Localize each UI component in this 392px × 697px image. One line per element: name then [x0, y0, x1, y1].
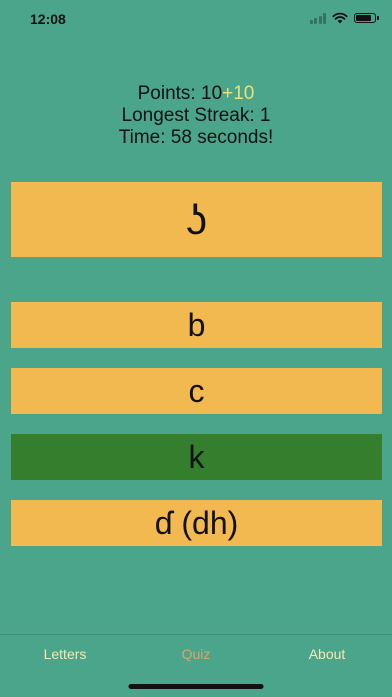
answer-button[interactable]: b — [11, 302, 382, 348]
status-bar: 12:08 — [0, 0, 392, 40]
answer-button[interactable]: c — [11, 368, 382, 414]
answer-button[interactable]: ɗ (dh) — [11, 500, 382, 546]
answer-label: ɗ (dh) — [154, 504, 239, 541]
points-line: Points: 10+10 — [0, 83, 392, 105]
battery-level — [356, 15, 371, 21]
cellular-signal-icon — [309, 12, 326, 24]
answer-label: b — [187, 306, 206, 343]
answer-button-correct[interactable]: k — [11, 434, 382, 480]
prompt-letter: ʖ — [186, 195, 207, 243]
points-label: Points: — [137, 83, 201, 104]
answer-label: c — [188, 372, 205, 409]
prompt-letter-card: ʖ — [11, 182, 382, 257]
points-value: 10 — [201, 83, 223, 104]
tab-letters[interactable]: Letters — [44, 646, 87, 662]
status-time: 12:08 — [30, 11, 66, 27]
wifi-icon — [332, 12, 348, 24]
home-indicator[interactable] — [128, 684, 264, 689]
quiz-stats: Points: 10+10 Longest Streak: 1 Time: 58… — [0, 83, 392, 149]
longest-streak: Longest Streak: 1 — [121, 105, 271, 126]
elapsed-time: Time: 58 seconds! — [118, 127, 274, 148]
tab-quiz[interactable]: Quiz — [182, 646, 211, 662]
tab-bar: Letters Quiz About — [0, 634, 392, 697]
tab-about[interactable]: About — [309, 646, 346, 662]
status-icons — [309, 12, 379, 24]
answer-label: k — [188, 438, 205, 475]
points-bonus: +10 — [222, 83, 255, 104]
battery-icon — [354, 13, 379, 23]
